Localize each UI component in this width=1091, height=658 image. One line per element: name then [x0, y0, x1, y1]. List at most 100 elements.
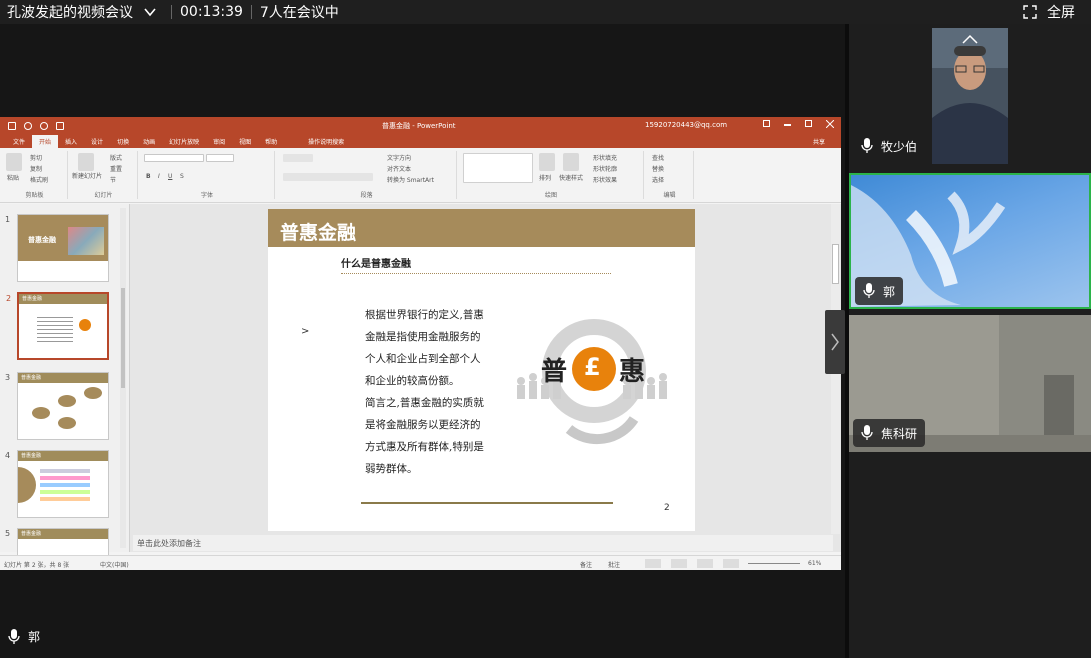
ppt-status-bar: 幻灯片 第 2 张，共 8 张 中文(中国) 备注 批注 61% — [0, 555, 841, 570]
minimize-icon[interactable] — [784, 124, 791, 126]
tab-animations[interactable]: 动画 — [136, 135, 162, 148]
select-button[interactable]: 选择 — [652, 175, 664, 184]
bullets-button[interactable] — [283, 154, 313, 162]
smartart-button[interactable]: 转换为 SmartArt — [387, 175, 434, 184]
slide-thumbnail-title: 普惠金融 — [21, 375, 42, 381]
slide-body-line: 金融是指使用金融服务的 — [365, 331, 481, 343]
tab-design[interactable]: 设计 — [84, 135, 110, 148]
slide-thumbnail-1[interactable]: 1 普惠金融 — [5, 214, 109, 282]
tab-insert[interactable]: 插入 — [58, 135, 84, 148]
section-button[interactable]: 节 — [110, 175, 116, 184]
underline-button[interactable]: U — [168, 173, 172, 180]
comments-toggle[interactable]: 批注 — [608, 560, 620, 569]
slideshow-button[interactable] — [723, 559, 739, 568]
copy-button[interactable]: 复制 — [30, 164, 42, 173]
arrange-icon[interactable] — [539, 153, 555, 171]
alignment-buttons[interactable] — [283, 173, 373, 181]
tab-transitions[interactable]: 切换 — [110, 135, 136, 148]
align-text-button[interactable]: 对齐文本 — [387, 164, 411, 173]
quick-styles-icon[interactable] — [563, 153, 579, 171]
slide-body-line: 个人和企业占到全部个人 — [365, 353, 481, 365]
participant-tile-1[interactable]: 牧少伯 — [849, 24, 1091, 170]
save-icon[interactable] — [8, 121, 16, 130]
meeting-top-bar: 孔波发起的视频会议 00:13:39 7人在会议中 全屏 — [0, 0, 1091, 24]
slide-thumbnail-pane: 1 普惠金融 2 普惠金融 3 普惠金融 4 普惠金融 5 普惠金融 — [0, 204, 130, 570]
zoom-slider[interactable] — [748, 563, 800, 564]
find-button[interactable]: 查找 — [652, 153, 664, 162]
layout-button[interactable]: 版式 — [110, 153, 122, 162]
chevron-down-icon[interactable] — [143, 5, 157, 19]
normal-view-button[interactable] — [645, 559, 661, 568]
notes-toggle[interactable]: 备注 — [580, 560, 592, 569]
slide-thumbnail-4[interactable]: 4 普惠金融 — [5, 450, 109, 518]
paste-label[interactable]: 粘贴 — [7, 173, 19, 182]
format-painter-button[interactable]: 格式刷 — [30, 175, 48, 184]
tab-view[interactable]: 视图 — [232, 135, 258, 148]
slide-count-status: 幻灯片 第 2 张，共 8 张 — [4, 562, 70, 569]
new-slide-icon[interactable] — [78, 153, 94, 171]
paragraph-group-label: 段落 — [360, 192, 373, 199]
slide-body-line: 是将金融服务以更经济的 — [365, 419, 481, 431]
replace-button[interactable]: 替换 — [652, 164, 664, 173]
quick-styles-button[interactable]: 快速样式 — [559, 173, 583, 182]
shapes-gallery[interactable] — [463, 153, 533, 183]
cut-button[interactable]: 剪切 — [30, 153, 42, 162]
thumbnail-scrollbar[interactable] — [120, 208, 126, 548]
ribbon-group-slides: 新建幻灯片 版式 重置 节 幻灯片 — [70, 151, 138, 199]
participant-tile-2[interactable]: 郭 — [849, 173, 1091, 309]
reset-button[interactable]: 重置 — [110, 164, 122, 173]
collapse-panel-button[interactable] — [825, 310, 845, 374]
shape-fill-button[interactable]: 形状填充 — [593, 153, 617, 162]
slide-body-text: 根据世界银行的定义,普惠 金融是指使用金融服务的 个人和企业占到全部个人 和企业… — [365, 304, 505, 480]
puhui-logo: 普 £ 惠 — [509, 319, 679, 449]
tab-help[interactable]: 帮助 — [258, 135, 284, 148]
language-status[interactable]: 中文(中国) — [100, 560, 129, 569]
italic-button[interactable]: I — [158, 173, 160, 180]
microphone-icon[interactable] — [8, 628, 20, 645]
new-slide-button[interactable]: 新建幻灯片 — [72, 173, 102, 180]
share-button[interactable]: 共享 — [809, 135, 829, 148]
chevron-up-icon — [962, 34, 978, 44]
logo-graphic — [517, 319, 667, 445]
participant-count[interactable]: 7人在会议中 — [260, 2, 339, 22]
microphone-icon — [861, 425, 873, 440]
ribbon-display-icon[interactable] — [763, 120, 770, 127]
shape-outline-button[interactable]: 形状轮廓 — [593, 164, 617, 173]
text-direction-button[interactable]: 文字方向 — [387, 153, 411, 162]
participant-name: 牧少伯 — [881, 139, 918, 154]
tab-home[interactable]: 开始 — [32, 135, 59, 148]
slide-sorter-button[interactable] — [671, 559, 687, 568]
current-slide[interactable]: 普惠金融 什么是普惠金融 > 根据世界银行的定义,普惠 金融是指使用金融服务的 … — [268, 209, 695, 531]
close-icon[interactable] — [825, 119, 835, 129]
notes-pane[interactable]: 单击此处添加备注 — [133, 535, 833, 551]
participant-tile-3[interactable]: 焦科研 — [849, 315, 1091, 452]
tab-slideshow[interactable]: 幻灯片放映 — [162, 135, 206, 148]
slide-bottom-rule — [361, 502, 613, 504]
thumbnail-image — [68, 227, 104, 255]
tab-file[interactable]: 文件 — [6, 135, 32, 148]
participant-video-panel: 牧少伯 郭 焦科研 — [849, 24, 1091, 658]
undo-icon[interactable] — [24, 121, 32, 130]
arrange-button[interactable]: 排列 — [539, 173, 551, 182]
ppt-search-box[interactable]: 操作说明搜索 — [304, 135, 348, 148]
tab-review[interactable]: 审阅 — [206, 135, 232, 148]
shape-effects-button[interactable]: 形状效果 — [593, 175, 617, 184]
fullscreen-button[interactable]: 全屏 — [1023, 0, 1075, 24]
font-family-select[interactable] — [144, 154, 204, 162]
ppt-account[interactable]: 15920720443@qq.com — [645, 121, 727, 129]
fullscreen-label: 全屏 — [1047, 5, 1075, 21]
notes-placeholder: 单击此处添加备注 — [137, 539, 201, 548]
reading-view-button[interactable] — [697, 559, 713, 568]
zoom-level[interactable]: 61% — [808, 560, 821, 567]
slide-thumbnail-3[interactable]: 3 普惠金融 — [5, 372, 109, 440]
expand-video-button[interactable] — [932, 28, 1008, 50]
font-size-select[interactable] — [206, 154, 234, 162]
maximize-icon[interactable] — [805, 120, 812, 127]
strikethrough-button[interactable]: S — [180, 173, 184, 180]
present-icon[interactable] — [56, 121, 64, 130]
redo-icon[interactable] — [40, 121, 48, 130]
logo-right-char: 惠 — [619, 357, 646, 387]
paste-icon[interactable] — [6, 153, 22, 171]
slide-thumbnail-2[interactable]: 2 普惠金融 — [6, 292, 109, 360]
bold-button[interactable]: B — [146, 173, 151, 180]
